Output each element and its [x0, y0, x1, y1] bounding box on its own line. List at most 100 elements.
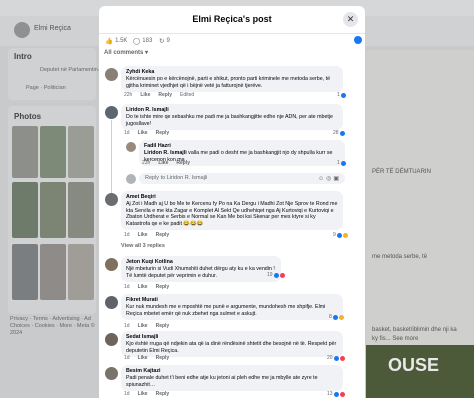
- comment-bubble: Besim Kajtazi Padi penale duhet t'i beni…: [121, 365, 343, 392]
- commenter-name[interactable]: Fikret Murati: [126, 297, 338, 304]
- commenter-name[interactable]: Zyhdi Keka: [126, 69, 338, 76]
- modal-header: Elmi Reçica's post ✕: [99, 6, 365, 34]
- chevron-down-icon: ▾: [145, 50, 149, 56]
- comment-actions: 1d Like Reply: [124, 355, 169, 361]
- reactions-count[interactable]: 👍 1.5K: [105, 37, 127, 45]
- comment-time[interactable]: 1d: [124, 391, 130, 397]
- profile-name: Elmi Reçica: [34, 25, 71, 32]
- poster-text: OUSE: [388, 355, 440, 375]
- edited-label: Edited: [179, 92, 195, 98]
- commenter-name[interactable]: Liridon R. Ismajli: [126, 107, 338, 114]
- like-button[interactable]: Like: [138, 323, 148, 329]
- reply-button[interactable]: Reply: [156, 323, 170, 329]
- doc-text: me metoda serbe, të: [372, 254, 428, 260]
- photo-thumb[interactable]: [68, 244, 94, 300]
- comment-actions: 1d Like Reply: [124, 391, 169, 397]
- avatar[interactable]: [105, 296, 118, 309]
- avatar[interactable]: [105, 258, 118, 271]
- like-icon: [340, 160, 346, 166]
- like-button[interactable]: Like: [138, 130, 148, 136]
- comment-reactions[interactable]: 9: [333, 232, 348, 238]
- comment-reactions[interactable]: 13: [327, 391, 345, 397]
- thread-line: [111, 120, 112, 194]
- post-image: [366, 50, 474, 350]
- comment-bubble: Zyhdi Keka Kërcënuesin po e kërcënojnë, …: [121, 66, 343, 93]
- like-button[interactable]: Like: [158, 160, 168, 166]
- comment-time[interactable]: 1d: [124, 355, 130, 361]
- comment-time[interactable]: 1d: [124, 323, 130, 329]
- intro-line: Deputet në Parlamentin...: [40, 67, 103, 73]
- love-icon: [339, 355, 345, 361]
- comment-actions: 22h Like Reply Edited: [124, 92, 194, 98]
- comment-time[interactable]: 22h: [124, 92, 132, 98]
- photo-thumb[interactable]: [40, 182, 66, 238]
- reply-button[interactable]: Reply: [176, 160, 190, 166]
- comment-reactions[interactable]: 8: [329, 314, 344, 320]
- commenter-name[interactable]: Jeton Kuqi Kotlina: [126, 259, 276, 266]
- photo-thumb[interactable]: [12, 244, 38, 300]
- photo-thumb[interactable]: [12, 126, 38, 178]
- comments-count[interactable]: ◯ 183: [133, 37, 152, 45]
- view-replies-link[interactable]: View all 3 replies: [121, 243, 165, 249]
- comment-reactions[interactable]: 20: [327, 355, 345, 361]
- like-icon: [340, 92, 346, 98]
- photos-title: Photos: [14, 112, 42, 121]
- photo-thumb[interactable]: [68, 182, 94, 238]
- like-icon: [273, 272, 279, 278]
- comment-bubble: Liridon R. Ismajli Do te ishte mire qe s…: [121, 104, 343, 131]
- comment-time[interactable]: 1d: [124, 130, 130, 136]
- commenter-name[interactable]: Fadil Hazri: [144, 143, 340, 150]
- emoji-camera-gif-icons[interactable]: ☺◎▣: [318, 175, 341, 182]
- comment-time[interactable]: 1d: [124, 284, 130, 290]
- like-button[interactable]: Like: [138, 355, 148, 361]
- comment-time[interactable]: 23h: [142, 160, 150, 166]
- avatar[interactable]: [105, 333, 118, 346]
- comment-text: Kur nuk mundesh me e mposhtë me punë e a…: [126, 304, 326, 317]
- like-button[interactable]: Like: [138, 391, 148, 397]
- commenter-name[interactable]: Besim Kajtazi: [126, 368, 338, 375]
- comment-actions: 1d Like Reply: [124, 284, 169, 290]
- photo-thumb[interactable]: [68, 126, 94, 178]
- comment-reactions[interactable]: 1: [337, 92, 346, 98]
- reply-button[interactable]: Reply: [156, 355, 170, 361]
- comment-reactions[interactable]: 28: [333, 130, 345, 136]
- close-button[interactable]: ✕: [343, 12, 358, 27]
- comment-filter[interactable]: All comments ▾: [104, 49, 148, 56]
- avatar[interactable]: [126, 142, 136, 152]
- reply-button[interactable]: Reply: [156, 284, 170, 290]
- comment-actions: 1d Like Reply: [124, 130, 169, 136]
- photo-thumb[interactable]: [12, 182, 38, 238]
- comment-reactions[interactable]: 19: [267, 272, 285, 278]
- comment-actions: 1d Like Reply: [124, 323, 169, 329]
- like-button[interactable]: Like: [138, 284, 148, 290]
- comment-bubble: Amet Beqiri Aj Zot i Madh aj U bo Me te …: [121, 191, 343, 231]
- photo-thumb[interactable]: [40, 244, 66, 300]
- photo-thumb[interactable]: [40, 126, 66, 178]
- comment-actions: 1d Like Reply: [124, 232, 169, 238]
- avatar[interactable]: [105, 106, 118, 119]
- like-button[interactable]: Like: [140, 92, 150, 98]
- reply-input[interactable]: Reply to Liridon R. Ismajli ☺◎▣: [139, 173, 345, 184]
- comment-time[interactable]: 1d: [124, 232, 130, 238]
- reply-button[interactable]: Reply: [156, 130, 170, 136]
- shares-count[interactable]: ↻ 9: [159, 37, 170, 45]
- avatar[interactable]: [105, 68, 118, 81]
- commenter-name[interactable]: Amet Beqiri: [126, 194, 338, 201]
- like-button[interactable]: Like: [138, 232, 148, 238]
- avatar[interactable]: [105, 193, 118, 206]
- modal-title: Elmi Reçica's post: [192, 14, 272, 24]
- like-icon: [336, 232, 342, 238]
- mention-link[interactable]: Liridon R. Ismajli: [144, 150, 187, 156]
- share-icon: ↻: [159, 38, 165, 45]
- reply-button[interactable]: Reply: [158, 92, 172, 98]
- like-icon: [339, 130, 345, 136]
- footer-links: Privacy · Terms · Advertising · Ad Choic…: [10, 316, 95, 336]
- avatar[interactable]: [105, 367, 118, 380]
- reply-button[interactable]: Reply: [156, 232, 170, 238]
- care-icon: [338, 314, 344, 320]
- like-icon: [333, 391, 339, 397]
- profile-avatar: [14, 22, 30, 38]
- reply-button[interactable]: Reply: [156, 391, 170, 397]
- comment-reactions[interactable]: 1: [337, 160, 346, 166]
- commenter-name[interactable]: Sedat Ismajli: [126, 334, 338, 341]
